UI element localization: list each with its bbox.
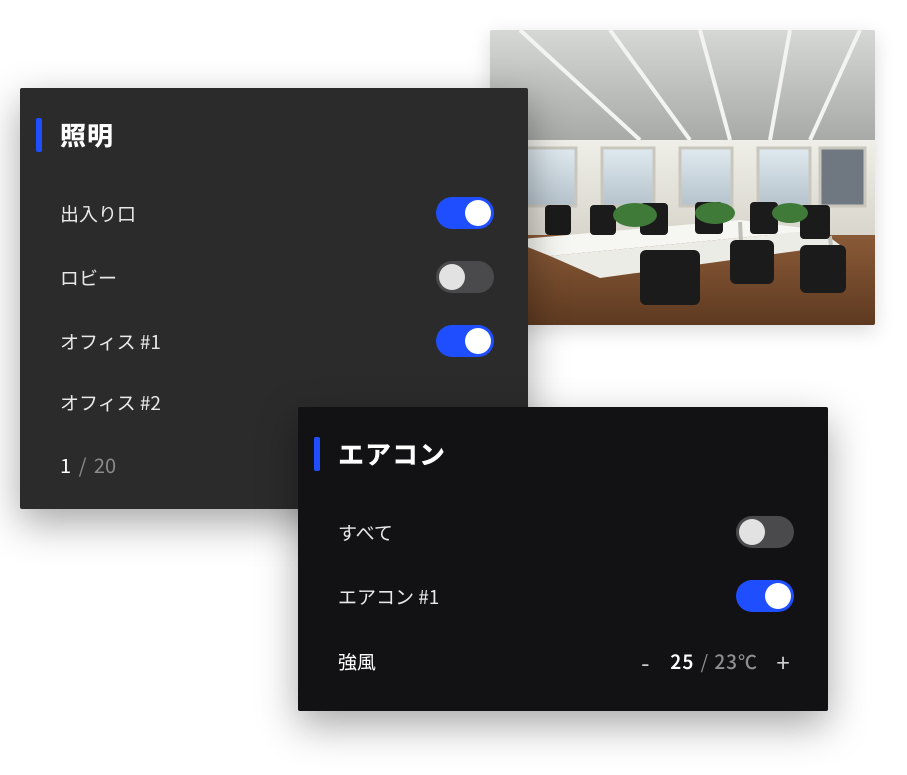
ac-fan-row: 強風 - 25 / 23℃ + xyxy=(338,628,794,681)
ac-row-unit1: エアコン #1 xyxy=(338,564,794,628)
temp-minus-button[interactable]: - xyxy=(634,644,656,679)
lighting-row-label: オフィス #1 xyxy=(60,328,436,355)
ac-panel: エアコン すべて エアコン #1 強風 - 25 / 23℃ + xyxy=(298,407,828,711)
toggle-ac-all[interactable] xyxy=(736,516,794,548)
office-photo xyxy=(490,30,875,325)
toggle-ac-unit1[interactable] xyxy=(736,580,794,612)
lighting-title: 照明 xyxy=(60,116,494,153)
lighting-row-entrance: 出入り口 xyxy=(60,181,494,245)
temp-ambient: 23℃ xyxy=(714,648,758,675)
page-sep: / xyxy=(76,450,90,479)
ac-row-label: すべて xyxy=(338,519,736,546)
page-total: 20 xyxy=(94,450,116,479)
ac-row-label: エアコン #1 xyxy=(338,583,736,610)
ac-row-all: すべて xyxy=(338,500,794,564)
lighting-row-office1: オフィス #1 xyxy=(60,309,494,373)
lighting-row-lobby: ロビー xyxy=(60,245,494,309)
toggle-office1[interactable] xyxy=(436,325,494,357)
temp-plus-button[interactable]: + xyxy=(772,644,794,679)
ac-fan-label: 強風 xyxy=(338,648,376,675)
toggle-lobby[interactable] xyxy=(436,261,494,293)
page-current: 1 xyxy=(60,450,71,479)
lighting-row-label: ロビー xyxy=(60,264,436,291)
toggle-entrance[interactable] xyxy=(436,197,494,229)
ac-title: エアコン xyxy=(338,435,794,472)
lighting-row-label: 出入り口 xyxy=(60,200,436,227)
temp-setpoint: 25 xyxy=(670,648,694,675)
temp-sep: / xyxy=(699,648,710,675)
